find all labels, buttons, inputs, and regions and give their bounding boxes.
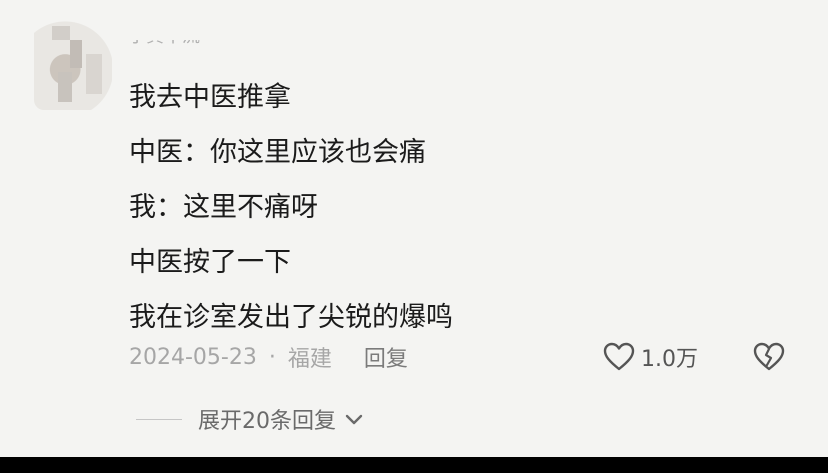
like-count: 1.0万	[641, 347, 698, 372]
reply-button[interactable]: 回复	[364, 341, 408, 373]
meta-separator: ·	[268, 344, 276, 370]
comment-date: 2024-05-23	[129, 344, 257, 370]
comment-line: 中医按了一下	[129, 247, 291, 278]
comment-line: 我去中医推拿	[129, 82, 291, 113]
comment-meta: 2024-05-23 · 福建 回复	[129, 341, 408, 373]
expand-replies-label: 展开20条回复	[198, 409, 336, 434]
expand-replies-button[interactable]: 展开20条回复	[136, 404, 364, 434]
comment-line: 中医：你这里应该也会痛	[129, 137, 426, 168]
broken-heart-icon	[753, 342, 785, 372]
like-button[interactable]: 1.0万	[603, 341, 698, 373]
comment-card: 小黄十流 我去中医推拿 中医：你这里应该也会痛 我：这里不痛呀 中医按了一下 我…	[0, 0, 828, 457]
dislike-button[interactable]	[752, 341, 786, 373]
chevron-down-icon	[344, 412, 364, 426]
heart-outline-icon	[603, 342, 635, 372]
comment-line: 我在诊室发出了尖锐的爆鸣	[129, 302, 453, 333]
username[interactable]: 小黄十流	[128, 40, 248, 54]
avatar[interactable]	[34, 20, 112, 110]
divider	[136, 418, 182, 420]
comment-location: 福建	[287, 347, 332, 372]
comment-body: 我去中医推拿 中医：你这里应该也会痛 我：这里不痛呀 中医按了一下 我在诊室发出…	[129, 70, 453, 345]
comment-line: 我：这里不痛呀	[129, 192, 318, 223]
